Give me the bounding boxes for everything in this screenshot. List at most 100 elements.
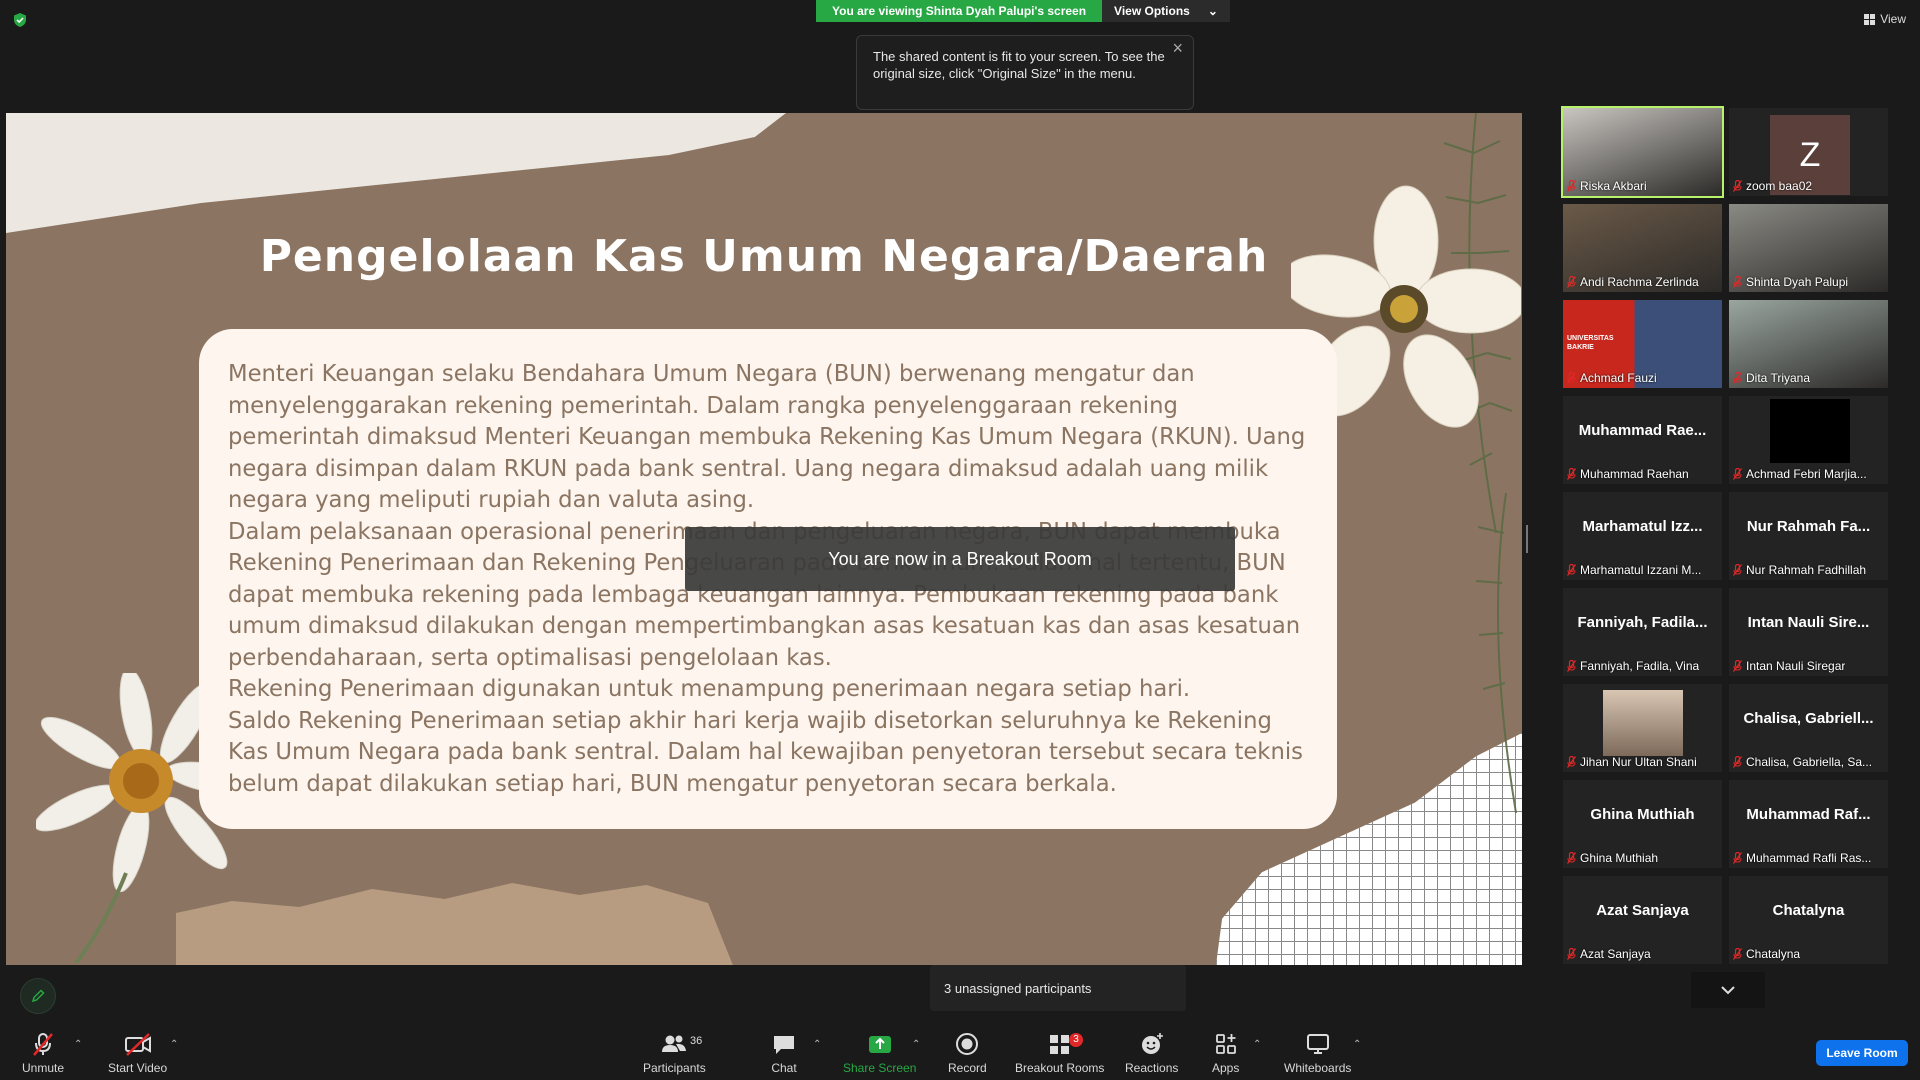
participant-name-label: Jihan Nur Ultan Shani [1567, 755, 1697, 769]
participant-display-name: Chalisa, Gabriell... [1743, 710, 1874, 727]
participant-tile[interactable]: Azat Sanjaya Azat Sanjaya [1563, 876, 1722, 964]
participant-tile[interactable]: Chatalyna Chatalyna [1729, 876, 1888, 964]
chevron-down-icon [1721, 986, 1735, 995]
participant-tile[interactable]: Achmad Febri Marjia... [1729, 396, 1888, 484]
microphone-muted-icon [1733, 948, 1742, 960]
video-options-caret-icon[interactable]: ⌃ [170, 1039, 178, 1050]
apps-icon [1215, 1034, 1236, 1054]
slide-paragraph: Rekening Penerimaan digunakan untuk mena… [228, 676, 1191, 702]
participant-name-label: zoom baa02 [1733, 179, 1812, 193]
video-background-text: UNIVERSITAS BAKRIE [1567, 335, 1614, 351]
view-options-label: View Options [1114, 4, 1190, 18]
whiteboard-icon [1306, 1034, 1329, 1054]
reactions-icon [1141, 1033, 1163, 1054]
participant-display-name: Chatalyna [1772, 902, 1845, 919]
record-button[interactable]: Record [948, 1031, 987, 1075]
chevron-down-icon: ⌄ [1207, 4, 1218, 18]
participant-name-text: Shinta Dyah Palupi [1746, 275, 1849, 289]
participant-name-text: Dita Triyana [1746, 371, 1811, 385]
fit-to-screen-tooltip: The shared content is fit to your screen… [856, 35, 1194, 110]
shield-icon[interactable] [12, 12, 28, 28]
participant-name-text: Fanniyah, Fadila, Vina [1580, 659, 1700, 673]
participant-tile[interactable]: Andi Rachma Zerlinda [1563, 204, 1722, 292]
breakout-rooms-label: Breakout Rooms [1015, 1061, 1105, 1075]
annotate-button[interactable] [20, 978, 56, 1014]
participant-tile[interactable]: Fanniyah, Fadila... Fanniyah, Fadila, Vin… [1563, 588, 1722, 676]
microphone-muted-icon [1567, 756, 1576, 768]
share-screen-label: Share Screen [843, 1061, 917, 1075]
participant-display-name: Marhamatul Izz... [1582, 518, 1703, 535]
participant-display-name: Nur Rahmah Fa... [1746, 518, 1871, 535]
participant-name-text: Achmad Febri Marjia... [1746, 467, 1867, 481]
participant-tile[interactable]: Muhammad Rae... Muhammad Raehan [1563, 396, 1722, 484]
participant-tile[interactable]: Marhamatul Izz... Marhamatul Izzani M... [1563, 492, 1722, 580]
participant-name-label: Achmad Febri Marjia... [1733, 467, 1867, 481]
participant-tile[interactable]: Ghina Muthiah Ghina Muthiah [1563, 780, 1722, 868]
microphone-muted-icon [1733, 372, 1742, 384]
leave-room-button[interactable]: Leave Room [1816, 1040, 1908, 1066]
participant-name-text: Chalisa, Gabriella, Sa... [1746, 755, 1873, 769]
participant-name-label: Ghina Muthiah [1567, 851, 1658, 865]
breakout-rooms-icon [1049, 1035, 1069, 1054]
participant-name-text: Ghina Muthiah [1580, 851, 1659, 865]
participant-tile[interactable]: Intan Nauli Sire... Intan Nauli Siregar [1729, 588, 1888, 676]
view-button-label: View [1880, 12, 1906, 26]
participant-name-text: Muhammad Rafli Ras... [1746, 851, 1872, 865]
microphone-muted-icon [1567, 180, 1576, 192]
share-options-caret-icon[interactable]: ⌃ [912, 1039, 920, 1050]
microphone-muted-icon [33, 1033, 53, 1056]
participant-name-text: Jihan Nur Ultan Shani [1580, 755, 1697, 769]
gallery-scroll-down-button[interactable] [1691, 972, 1765, 1008]
participant-name-label: Riska Akbari [1567, 179, 1647, 193]
whiteboards-options-caret-icon[interactable]: ⌃ [1353, 1039, 1361, 1050]
participant-tile[interactable]: Shinta Dyah Palupi [1729, 204, 1888, 292]
chat-button[interactable]: Chat [771, 1031, 797, 1075]
unmute-label: Unmute [22, 1061, 65, 1075]
participant-tile[interactable]: Riska Akbari [1561, 106, 1724, 198]
participant-name-text: Azat Sanjaya [1580, 947, 1651, 961]
participant-tile[interactable]: Chalisa, Gabriell... Chalisa, Gabriella, … [1729, 684, 1888, 772]
apps-button[interactable]: Apps [1212, 1031, 1239, 1075]
microphone-muted-icon [1567, 372, 1576, 384]
grid-view-icon [1864, 13, 1876, 25]
participant-tile[interactable]: UNIVERSITAS BAKRIE Achmad Fauzi [1563, 300, 1722, 388]
participant-name-text: Chatalyna [1746, 947, 1801, 961]
microphone-muted-icon [1567, 660, 1576, 672]
close-icon[interactable]: × [1172, 39, 1183, 57]
participant-display-name: Azat Sanjaya [1596, 902, 1689, 919]
slide-title: Pengelolaan Kas Umum Negara/Daerah [259, 231, 1269, 282]
share-screen-button[interactable]: Share Screen [843, 1031, 916, 1075]
participant-tile[interactable]: Jihan Nur Ultan Shani [1563, 684, 1722, 772]
microphone-muted-icon [1567, 564, 1576, 576]
video-off-placeholder [1770, 399, 1850, 463]
view-options-button[interactable]: View Options ⌄ [1102, 0, 1230, 22]
participant-tile[interactable]: Muhammad Raf... Muhammad Rafli Ras... [1729, 780, 1888, 868]
meeting-toolbar: Unmute ⌃ Start Video ⌃ Participants 36 C… [0, 1027, 1920, 1080]
participant-tile[interactable]: Nur Rahmah Fa... Nur Rahmah Fadhillah [1729, 492, 1888, 580]
reactions-button[interactable]: Reactions [1125, 1031, 1178, 1075]
view-button[interactable]: View [1864, 12, 1906, 26]
gallery-resize-handle[interactable] [1526, 525, 1528, 553]
microphone-muted-icon [1567, 852, 1576, 864]
apps-options-caret-icon[interactable]: ⌃ [1253, 1039, 1261, 1050]
breakout-room-notification: You are now in a Breakout Room [685, 527, 1235, 591]
microphone-muted-icon [1567, 468, 1576, 480]
participant-name-label: Fanniyah, Fadila, Vina [1567, 659, 1699, 673]
chat-options-caret-icon[interactable]: ⌃ [813, 1039, 821, 1050]
participant-name-label: Muhammad Raehan [1567, 467, 1689, 481]
share-screen-icon [868, 1036, 891, 1053]
video-off-icon [124, 1033, 151, 1056]
participants-count: 36 [690, 1035, 703, 1047]
unassigned-participants-popup[interactable]: 3 unassigned participants [930, 965, 1186, 1011]
unmute-button[interactable]: Unmute [22, 1031, 64, 1075]
participant-tile[interactable]: Dita Triyana [1729, 300, 1888, 388]
whiteboards-button[interactable]: Whiteboards [1284, 1031, 1351, 1075]
participant-name-label: Marhamatul Izzani M... [1567, 563, 1701, 577]
participant-name-label: Nur Rahmah Fadhillah [1733, 563, 1866, 577]
participant-display-name: Fanniyah, Fadila... [1577, 614, 1708, 631]
participant-tile[interactable]: Zzoom baa02 [1729, 108, 1888, 196]
breakout-rooms-button[interactable]: Breakout Rooms [1015, 1031, 1104, 1075]
start-video-button[interactable]: Start Video [108, 1031, 167, 1075]
participant-name-text: Intan Nauli Siregar [1746, 659, 1846, 673]
audio-options-caret-icon[interactable]: ⌃ [74, 1039, 82, 1050]
